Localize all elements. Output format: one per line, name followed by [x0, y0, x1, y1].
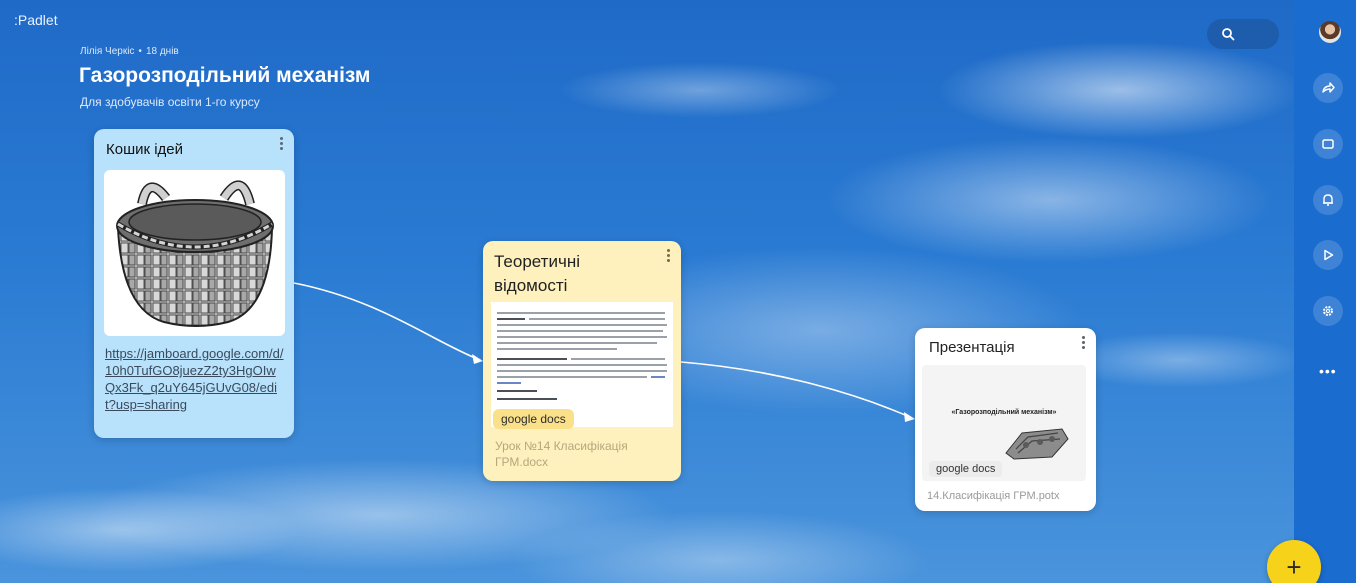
connector-arrowhead — [904, 412, 915, 422]
plus-icon: + — [1286, 552, 1302, 582]
slideshow-button[interactable] — [1313, 240, 1343, 270]
post-card-ideas[interactable]: Кошик ідей https://jamboard.google.com/d… — [94, 129, 294, 438]
gear-icon — [1323, 306, 1333, 316]
google-docs-badge: google docs — [929, 461, 1003, 477]
bell-icon — [1323, 194, 1333, 206]
connector-ideas-theory — [293, 282, 481, 361]
share-button[interactable] — [1313, 73, 1343, 103]
user-avatar[interactable] — [1319, 21, 1341, 43]
share-icon — [1322, 82, 1335, 93]
engine-image — [1005, 428, 1069, 460]
remake-button[interactable] — [1313, 129, 1343, 159]
post-title: Кошик ідей — [106, 141, 184, 158]
post-card-theory[interactable]: Теоретичні відомості google docs Урок №1… — [483, 241, 681, 481]
post-link[interactable]: https://jamboard.google.com/d/10h0TufGO8… — [105, 345, 285, 413]
more-icon[interactable]: ••• — [1319, 363, 1337, 379]
post-card-presentation[interactable]: Презентація «Газорозподільний механізм» … — [915, 328, 1096, 511]
board-canvas: :Padlet Лілія Черкіс • 18 днів Газорозподі… — [0, 0, 1294, 583]
post-title: Теоретичні відомості — [494, 252, 580, 295]
post-title: Презентація — [929, 339, 1015, 356]
post-menu-button[interactable] — [1082, 336, 1086, 350]
post-menu-button[interactable] — [280, 137, 284, 151]
post-menu-button[interactable] — [667, 249, 671, 263]
connector-theory-presentation — [680, 361, 913, 419]
connector-arrowhead — [472, 354, 483, 364]
play-icon — [1324, 249, 1334, 261]
presentation-preview[interactable]: «Газорозподільний механізм» google docs — [922, 365, 1086, 481]
attachment-filename[interactable]: Урок №14 Класифікація ГРМ.docx — [495, 438, 670, 470]
settings-button[interactable] — [1313, 296, 1343, 326]
notifications-button[interactable] — [1313, 185, 1343, 215]
remake-icon — [1322, 139, 1334, 149]
basket-drawing — [116, 180, 274, 327]
google-docs-badge: google docs — [493, 409, 574, 429]
attachment-filename[interactable]: 14.Класифікація ГРМ.potx — [927, 490, 1059, 502]
slide-title: «Газорозподільний механізм» — [951, 409, 1057, 416]
basket-image[interactable] — [104, 170, 285, 336]
